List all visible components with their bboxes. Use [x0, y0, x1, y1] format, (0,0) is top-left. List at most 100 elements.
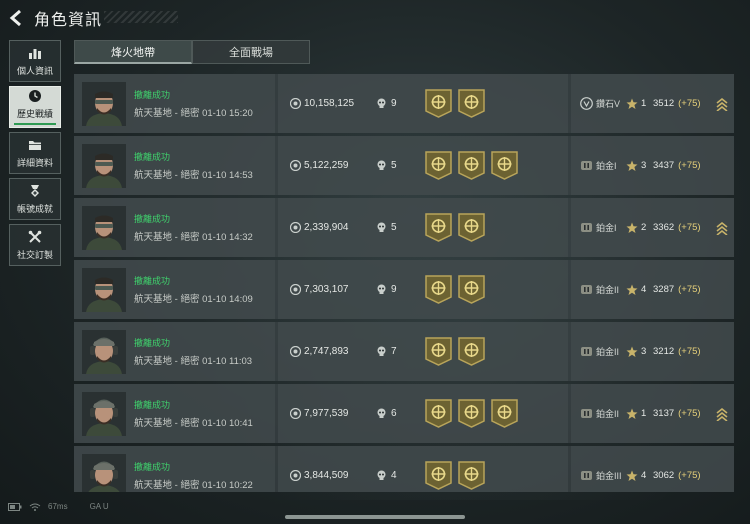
match-info: 撤離成功 航天基地 - 絕密 01-10 10:22 [134, 460, 253, 491]
coin-icon [290, 346, 301, 357]
kill-count: 5 [391, 222, 397, 233]
star-count: 1 [641, 408, 647, 419]
kill-count: 9 [391, 284, 397, 295]
rank-up-chevron-icon [716, 97, 728, 111]
table-row[interactable]: 撤離成功 航天基地 - 絕密 01-10 15:20 10,158,125 9 … [74, 74, 734, 133]
extracted-value: 2,339,904 [304, 222, 349, 233]
coin-icon [290, 98, 301, 109]
mode-tabs: 烽火地帶 全面戰場 [74, 40, 310, 64]
sidebar-item-history[interactable]: 歷史戰績 [9, 86, 61, 128]
kill-count: 4 [391, 470, 397, 481]
rank-score: 3212 [653, 346, 675, 357]
rank-tier: 鉑金I [596, 223, 617, 233]
tab-full-battlefield[interactable]: 全面戰場 [192, 40, 310, 64]
rank-up-chevron-icon [716, 221, 728, 235]
player-cell: 撤離成功 航天基地 - 絕密 01-10 15:20 [74, 74, 275, 133]
badge-group [425, 151, 524, 180]
extraction-status: 撤離成功 [134, 338, 171, 348]
extraction-status: 撤離成功 [134, 400, 171, 410]
match-info: 撤離成功 航天基地 - 絕密 01-10 10:41 [134, 398, 253, 429]
star-count: 3 [641, 160, 647, 171]
medal-badge-icon [491, 399, 518, 428]
medal-badge-icon [425, 337, 452, 366]
tab-hazard-zone[interactable]: 烽火地帶 [74, 40, 192, 64]
table-row[interactable]: 撤離成功 航天基地 - 絕密 01-10 14:32 2,339,904 5 鉑… [74, 198, 734, 257]
skull-icon [377, 408, 386, 418]
medal-badge-icon [458, 337, 485, 366]
score-delta: (+75) [678, 160, 701, 171]
badge-group [425, 461, 491, 490]
map-and-time: 航天基地 - 絕密 01-10 10:22 [134, 480, 253, 491]
coin-icon [290, 160, 301, 171]
match-info: 撤離成功 航天基地 - 絕密 01-10 14:53 [134, 150, 253, 181]
player-cell: 撤離成功 航天基地 - 絕密 01-10 11:03 [74, 322, 275, 381]
star-count: 4 [641, 284, 647, 295]
platinum-rank-icon [581, 471, 592, 480]
kill-count: 5 [391, 160, 397, 171]
player-cell: 撤離成功 航天基地 - 絕密 01-10 10:41 [74, 384, 275, 443]
sidebar-item-details[interactable]: 詳細資料 [9, 132, 61, 174]
star-icon [626, 284, 638, 295]
skull-icon [377, 346, 386, 356]
score-delta: (+75) [678, 470, 701, 481]
star-icon [626, 160, 638, 171]
star-count: 2 [641, 222, 647, 233]
rank-tier: 鉑金II [596, 409, 620, 419]
avatar-headset-icon [82, 391, 126, 436]
map-and-time: 航天基地 - 絕密 01-10 10:41 [134, 418, 253, 429]
extracted-value: 7,303,107 [304, 284, 349, 295]
sidebar-item-achievements[interactable]: 帳號成就 [9, 178, 61, 220]
score-delta: (+75) [678, 222, 701, 233]
kill-count: 7 [391, 346, 397, 357]
sidebar-item-label: 帳號成就 [16, 203, 53, 214]
stats-cell: 5,122,259 5 [278, 136, 568, 195]
avatar-goggles-icon [82, 81, 126, 126]
extracted-value: 5,122,259 [304, 160, 349, 171]
skull-icon [377, 222, 386, 232]
match-info: 撤離成功 航天基地 - 絕密 01-10 14:09 [134, 274, 253, 305]
extracted-value: 3,844,509 [304, 470, 349, 481]
badge-group [425, 337, 491, 366]
stats-cell: 7,303,107 9 [278, 260, 568, 319]
map-and-time: 航天基地 - 絕密 01-10 11:03 [134, 356, 253, 367]
star-icon [626, 346, 638, 357]
table-row[interactable]: 撤離成功 航天基地 - 絕密 01-10 14:09 7,303,107 9 鉑… [74, 260, 734, 319]
kill-count: 6 [391, 408, 397, 419]
rank-cell: 鉑金II 3 3212 (+75) [571, 322, 734, 381]
medal-badge-icon [458, 275, 485, 304]
platinum-rank-icon [581, 409, 592, 418]
sidebar-item-label: 歷史戰績 [16, 109, 53, 119]
badge-group [425, 213, 491, 242]
platinum-rank-icon [581, 161, 592, 170]
diamond-rank-icon [580, 97, 593, 110]
medal-badge-icon [425, 151, 452, 180]
rank-cell: 鑽石V 1 3512 (+75) [571, 74, 734, 133]
platinum-rank-icon [581, 347, 592, 356]
map-and-time: 航天基地 - 絕密 01-10 14:09 [134, 294, 253, 305]
medal-icon [31, 184, 39, 197]
chevron-left-icon[interactable] [8, 9, 26, 27]
player-cell: 撤離成功 航天基地 - 絕密 01-10 14:09 [74, 260, 275, 319]
avatar-goggles-icon [82, 267, 126, 312]
table-row[interactable]: 撤離成功 航天基地 - 絕密 01-10 14:53 5,122,259 5 鉑… [74, 136, 734, 195]
avatar-goggles-icon [82, 205, 126, 250]
stats-cell: 3,844,509 4 [278, 446, 568, 492]
extraction-status: 撤離成功 [134, 90, 171, 100]
sidebar-item-profile[interactable]: 個人資訊 [9, 40, 61, 82]
status-bar: 67ms GA U [8, 502, 109, 511]
sidebar-item-social[interactable]: 社交訂製 [9, 224, 61, 266]
rank-cell: 鉑金II 1 3137 (+75) [571, 384, 734, 443]
home-indicator[interactable] [285, 515, 465, 519]
rank-score: 3512 [653, 98, 675, 109]
rank-cell: 鉑金II 4 3287 (+75) [571, 260, 734, 319]
tools-icon [28, 230, 42, 243]
table-row[interactable]: 撤離成功 航天基地 - 絕密 01-10 11:03 2,747,893 7 鉑… [74, 322, 734, 381]
match-history-list[interactable]: 撤離成功 航天基地 - 絕密 01-10 15:20 10,158,125 9 … [74, 74, 734, 492]
badge-group [425, 89, 491, 118]
avatar-headset-icon [82, 329, 126, 374]
extracted-value: 2,747,893 [304, 346, 349, 357]
table-row[interactable]: 撤離成功 航天基地 - 絕密 01-10 10:22 3,844,509 4 鉑… [74, 446, 734, 492]
stats-cell: 2,339,904 5 [278, 198, 568, 257]
star-icon [626, 222, 638, 233]
table-row[interactable]: 撤離成功 航天基地 - 絕密 01-10 10:41 7,977,539 6 鉑… [74, 384, 734, 443]
